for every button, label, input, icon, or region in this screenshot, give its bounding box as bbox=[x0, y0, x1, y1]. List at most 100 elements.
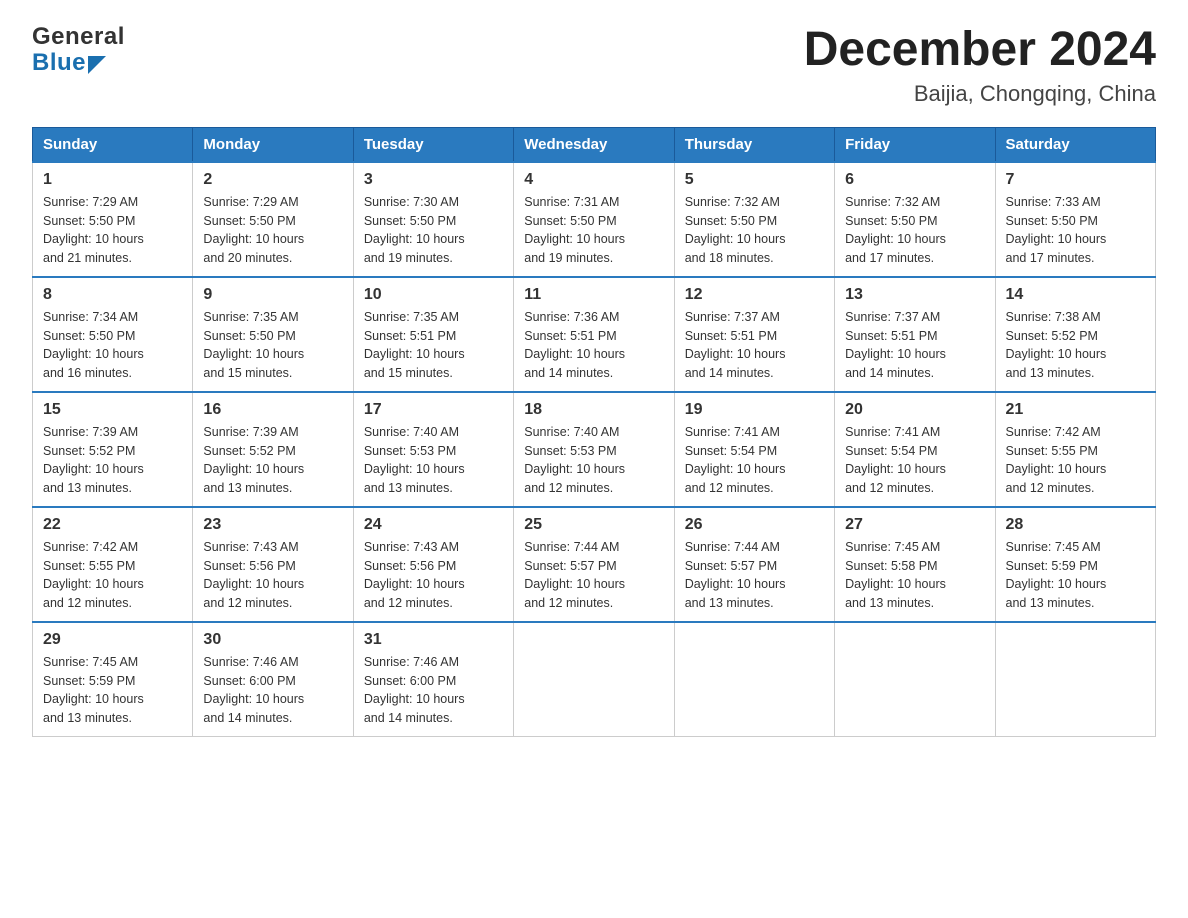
day-cell: 19 Sunrise: 7:41 AM Sunset: 5:54 PM Dayli… bbox=[674, 392, 834, 507]
logo-triangle-icon bbox=[88, 56, 106, 74]
logo-blue-text: Blue bbox=[32, 50, 86, 76]
day-cell: 11Sunrise: 7:36 AM Sunset: 5:51 PM Dayli… bbox=[514, 277, 674, 392]
day-number: 6 bbox=[845, 171, 984, 189]
day-number: 9 bbox=[203, 286, 342, 304]
day-number: 24 bbox=[364, 516, 503, 534]
header-cell-monday: Monday bbox=[193, 127, 353, 162]
day-number: 15 bbox=[43, 401, 182, 419]
day-cell: 28 Sunrise: 7:45 AM Sunset: 5:59 PM Dayli… bbox=[995, 507, 1155, 622]
day-info: Sunrise: 7:43 AM Sunset: 5:56 PM Dayligh… bbox=[203, 538, 342, 613]
week-row-3: 15 Sunrise: 7:39 AM Sunset: 5:52 PM Dayli… bbox=[33, 392, 1156, 507]
day-cell: 7 Sunrise: 7:33 AM Sunset: 5:50 PM Daylig… bbox=[995, 162, 1155, 277]
day-cell: 6 Sunrise: 7:32 AM Sunset: 5:50 PM Daylig… bbox=[835, 162, 995, 277]
day-number: 2 bbox=[203, 171, 342, 189]
header-cell-tuesday: Tuesday bbox=[353, 127, 513, 162]
day-number: 5 bbox=[685, 171, 824, 189]
day-info: Sunrise: 7:37 AM Sunset: 5:51 PM Dayligh… bbox=[685, 308, 824, 383]
week-row-4: 22 Sunrise: 7:42 AM Sunset: 5:55 PM Dayli… bbox=[33, 507, 1156, 622]
day-cell: 17 Sunrise: 7:40 AM Sunset: 5:53 PM Dayli… bbox=[353, 392, 513, 507]
day-cell: 22 Sunrise: 7:42 AM Sunset: 5:55 PM Dayli… bbox=[33, 507, 193, 622]
day-info: Sunrise: 7:34 AM Sunset: 5:50 PM Dayligh… bbox=[43, 308, 182, 383]
day-info: Sunrise: 7:39 AM Sunset: 5:52 PM Dayligh… bbox=[203, 423, 342, 498]
day-info: Sunrise: 7:37 AM Sunset: 5:51 PM Dayligh… bbox=[845, 308, 984, 383]
day-cell: 31 Sunrise: 7:46 AM Sunset: 6:00 PM Dayli… bbox=[353, 622, 513, 737]
day-cell bbox=[835, 622, 995, 737]
day-info: Sunrise: 7:44 AM Sunset: 5:57 PM Dayligh… bbox=[524, 538, 663, 613]
day-number: 23 bbox=[203, 516, 342, 534]
day-info: Sunrise: 7:41 AM Sunset: 5:54 PM Dayligh… bbox=[845, 423, 984, 498]
day-cell: 16 Sunrise: 7:39 AM Sunset: 5:52 PM Dayli… bbox=[193, 392, 353, 507]
day-number: 17 bbox=[364, 401, 503, 419]
day-number: 8 bbox=[43, 286, 182, 304]
calendar-table: SundayMondayTuesdayWednesdayThursdayFrid… bbox=[32, 127, 1156, 737]
day-cell: 1Sunrise: 7:29 AM Sunset: 5:50 PM Daylig… bbox=[33, 162, 193, 277]
day-info: Sunrise: 7:45 AM Sunset: 5:59 PM Dayligh… bbox=[1006, 538, 1145, 613]
day-cell: 13 Sunrise: 7:37 AM Sunset: 5:51 PM Dayli… bbox=[835, 277, 995, 392]
day-info: Sunrise: 7:30 AM Sunset: 5:50 PM Dayligh… bbox=[364, 193, 503, 268]
day-info: Sunrise: 7:43 AM Sunset: 5:56 PM Dayligh… bbox=[364, 538, 503, 613]
day-cell: 8 Sunrise: 7:34 AM Sunset: 5:50 PM Daylig… bbox=[33, 277, 193, 392]
day-cell bbox=[674, 622, 834, 737]
day-number: 22 bbox=[43, 516, 182, 534]
day-cell: 12 Sunrise: 7:37 AM Sunset: 5:51 PM Dayli… bbox=[674, 277, 834, 392]
day-number: 12 bbox=[685, 286, 824, 304]
logo: General Blue bbox=[32, 24, 125, 77]
calendar-title: December 2024 bbox=[804, 24, 1156, 77]
day-number: 14 bbox=[1006, 286, 1145, 304]
day-info: Sunrise: 7:39 AM Sunset: 5:52 PM Dayligh… bbox=[43, 423, 182, 498]
day-cell: 9 Sunrise: 7:35 AM Sunset: 5:50 PM Daylig… bbox=[193, 277, 353, 392]
header-cell-saturday: Saturday bbox=[995, 127, 1155, 162]
day-number: 16 bbox=[203, 401, 342, 419]
day-info: Sunrise: 7:33 AM Sunset: 5:50 PM Dayligh… bbox=[1006, 193, 1145, 268]
day-info: Sunrise: 7:41 AM Sunset: 5:54 PM Dayligh… bbox=[685, 423, 824, 498]
header-cell-sunday: Sunday bbox=[33, 127, 193, 162]
day-cell: 26 Sunrise: 7:44 AM Sunset: 5:57 PM Dayli… bbox=[674, 507, 834, 622]
day-cell: 3Sunrise: 7:30 AM Sunset: 5:50 PM Daylig… bbox=[353, 162, 513, 277]
day-number: 1 bbox=[43, 171, 182, 189]
day-number: 4 bbox=[524, 171, 663, 189]
day-number: 10 bbox=[364, 286, 503, 304]
day-cell: 14 Sunrise: 7:38 AM Sunset: 5:52 PM Dayli… bbox=[995, 277, 1155, 392]
day-info: Sunrise: 7:31 AM Sunset: 5:50 PM Dayligh… bbox=[524, 193, 663, 268]
day-info: Sunrise: 7:32 AM Sunset: 5:50 PM Dayligh… bbox=[845, 193, 984, 268]
day-number: 26 bbox=[685, 516, 824, 534]
day-info: Sunrise: 7:44 AM Sunset: 5:57 PM Dayligh… bbox=[685, 538, 824, 613]
day-cell: 29 Sunrise: 7:45 AM Sunset: 5:59 PM Dayli… bbox=[33, 622, 193, 737]
day-cell: 18Sunrise: 7:40 AM Sunset: 5:53 PM Dayli… bbox=[514, 392, 674, 507]
day-info: Sunrise: 7:45 AM Sunset: 5:58 PM Dayligh… bbox=[845, 538, 984, 613]
day-cell: 20 Sunrise: 7:41 AM Sunset: 5:54 PM Dayli… bbox=[835, 392, 995, 507]
day-number: 20 bbox=[845, 401, 984, 419]
day-info: Sunrise: 7:35 AM Sunset: 5:50 PM Dayligh… bbox=[203, 308, 342, 383]
day-cell: 5Sunrise: 7:32 AM Sunset: 5:50 PM Daylig… bbox=[674, 162, 834, 277]
day-number: 19 bbox=[685, 401, 824, 419]
day-info: Sunrise: 7:38 AM Sunset: 5:52 PM Dayligh… bbox=[1006, 308, 1145, 383]
calendar-header: SundayMondayTuesdayWednesdayThursdayFrid… bbox=[33, 127, 1156, 162]
day-info: Sunrise: 7:46 AM Sunset: 6:00 PM Dayligh… bbox=[364, 653, 503, 728]
day-number: 7 bbox=[1006, 171, 1145, 189]
day-info: Sunrise: 7:29 AM Sunset: 5:50 PM Dayligh… bbox=[203, 193, 342, 268]
title-block: December 2024 Baijia, Chongqing, China bbox=[804, 24, 1156, 107]
day-number: 13 bbox=[845, 286, 984, 304]
day-cell: 15 Sunrise: 7:39 AM Sunset: 5:52 PM Dayli… bbox=[33, 392, 193, 507]
day-info: Sunrise: 7:45 AM Sunset: 5:59 PM Dayligh… bbox=[43, 653, 182, 728]
day-cell bbox=[514, 622, 674, 737]
day-cell: 21Sunrise: 7:42 AM Sunset: 5:55 PM Dayli… bbox=[995, 392, 1155, 507]
day-info: Sunrise: 7:46 AM Sunset: 6:00 PM Dayligh… bbox=[203, 653, 342, 728]
day-number: 28 bbox=[1006, 516, 1145, 534]
day-info: Sunrise: 7:40 AM Sunset: 5:53 PM Dayligh… bbox=[364, 423, 503, 498]
day-info: Sunrise: 7:42 AM Sunset: 5:55 PM Dayligh… bbox=[43, 538, 182, 613]
day-cell: 25 Sunrise: 7:44 AM Sunset: 5:57 PM Dayli… bbox=[514, 507, 674, 622]
day-info: Sunrise: 7:42 AM Sunset: 5:55 PM Dayligh… bbox=[1006, 423, 1145, 498]
day-number: 30 bbox=[203, 631, 342, 649]
header-row: SundayMondayTuesdayWednesdayThursdayFrid… bbox=[33, 127, 1156, 162]
day-number: 25 bbox=[524, 516, 663, 534]
header-cell-wednesday: Wednesday bbox=[514, 127, 674, 162]
week-row-1: 1 Sunrise: 7:29 AM Sunset: 5:50 PM Daylig… bbox=[33, 162, 1156, 277]
week-row-5: 29 Sunrise: 7:45 AM Sunset: 5:59 PM Dayli… bbox=[33, 622, 1156, 737]
day-cell: 23 Sunrise: 7:43 AM Sunset: 5:56 PM Dayli… bbox=[193, 507, 353, 622]
day-number: 29 bbox=[43, 631, 182, 649]
page-header: General Blue December 2024 Baijia, Chong… bbox=[32, 24, 1156, 107]
day-number: 31 bbox=[364, 631, 503, 649]
day-number: 11 bbox=[524, 286, 663, 304]
day-number: 18 bbox=[524, 401, 663, 419]
